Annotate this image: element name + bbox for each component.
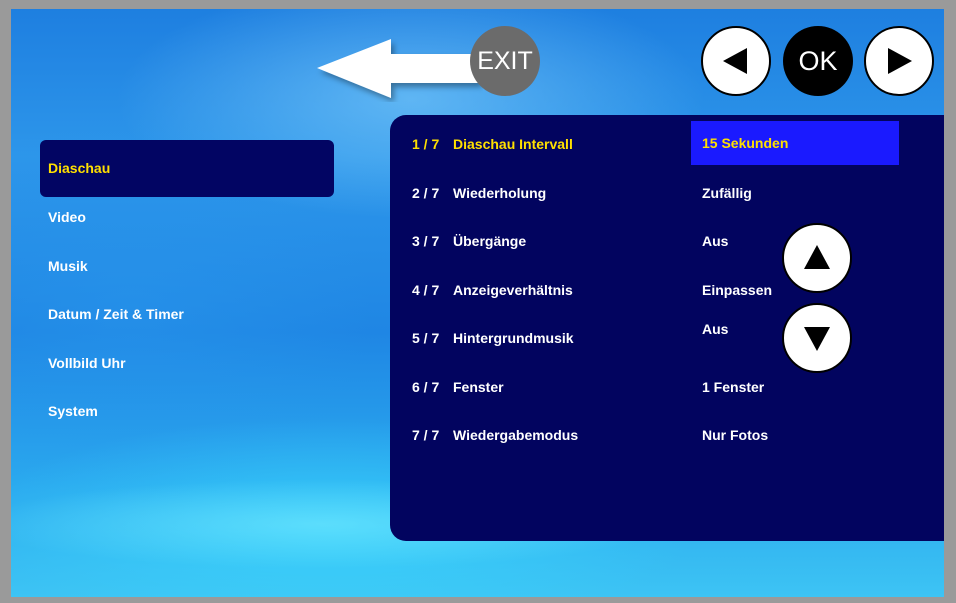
- setting-row-hintergrundmusik[interactable]: 5 / 7 Hintergrundmusik: [412, 330, 574, 346]
- setting-row-wiederholung[interactable]: 2 / 7 Wiederholung: [412, 185, 546, 201]
- setting-row-diaschau-intervall[interactable]: 1 / 7 Diaschau Intervall: [412, 136, 573, 152]
- triangle-up-icon: [804, 245, 830, 269]
- setting-name: Anzeigeverhältnis: [453, 282, 573, 298]
- settings-panel: 1 / 7 Diaschau Intervall 2 / 7 Wiederholun…: [390, 115, 944, 541]
- setting-name: Wiederholung: [453, 185, 547, 201]
- back-arrow-icon[interactable]: [313, 36, 483, 102]
- setting-index: 5 / 7: [412, 330, 440, 346]
- setting-value[interactable]: Aus: [702, 233, 728, 249]
- scroll-up-button[interactable]: [782, 223, 852, 293]
- setting-index: 4 / 7: [412, 282, 440, 298]
- setting-row-fenster[interactable]: 6 / 7 Fenster: [412, 379, 504, 395]
- setting-value-selected[interactable]: 15 Sekunden: [691, 121, 899, 165]
- setting-index: 3 / 7: [412, 233, 440, 249]
- setting-name: Diaschau Intervall: [453, 136, 573, 152]
- screen: EXIT OK Diaschau Video Musik Datum / Zei…: [11, 9, 944, 597]
- setting-value[interactable]: Einpassen: [702, 282, 772, 298]
- setting-name: Hintergrundmusik: [453, 330, 574, 346]
- scroll-down-button[interactable]: [782, 303, 852, 373]
- setting-row-anzeigeverhaeltnis[interactable]: 4 / 7 Anzeigeverhältnis: [412, 282, 573, 298]
- device-frame: EXIT OK Diaschau Video Musik Datum / Zei…: [0, 0, 956, 603]
- sidebar-item-system[interactable]: System: [40, 383, 334, 440]
- exit-button[interactable]: EXIT: [470, 26, 540, 96]
- setting-index: 6 / 7: [412, 379, 440, 395]
- setting-name: Fenster: [453, 379, 504, 395]
- setting-index: 1 / 7: [412, 136, 440, 152]
- previous-button[interactable]: [701, 26, 771, 96]
- setting-row-wiedergabemodus[interactable]: 7 / 7 Wiedergabemodus: [412, 427, 578, 443]
- setting-name: Wiedergabemodus: [453, 427, 579, 443]
- ok-button[interactable]: OK: [783, 26, 853, 96]
- setting-value[interactable]: Nur Fotos: [702, 427, 768, 443]
- setting-row-uebergaenge[interactable]: 3 / 7 Übergänge: [412, 233, 526, 249]
- triangle-right-icon: [888, 48, 912, 74]
- triangle-left-icon: [723, 48, 747, 74]
- setting-name: Übergänge: [453, 233, 527, 249]
- setting-value[interactable]: 1 Fenster: [702, 379, 764, 395]
- setting-index: 7 / 7: [412, 427, 440, 443]
- setting-index: 2 / 7: [412, 185, 440, 201]
- next-button[interactable]: [864, 26, 934, 96]
- triangle-down-icon: [804, 327, 830, 351]
- setting-value[interactable]: Zufällig: [702, 185, 752, 201]
- setting-value[interactable]: Aus: [702, 321, 728, 337]
